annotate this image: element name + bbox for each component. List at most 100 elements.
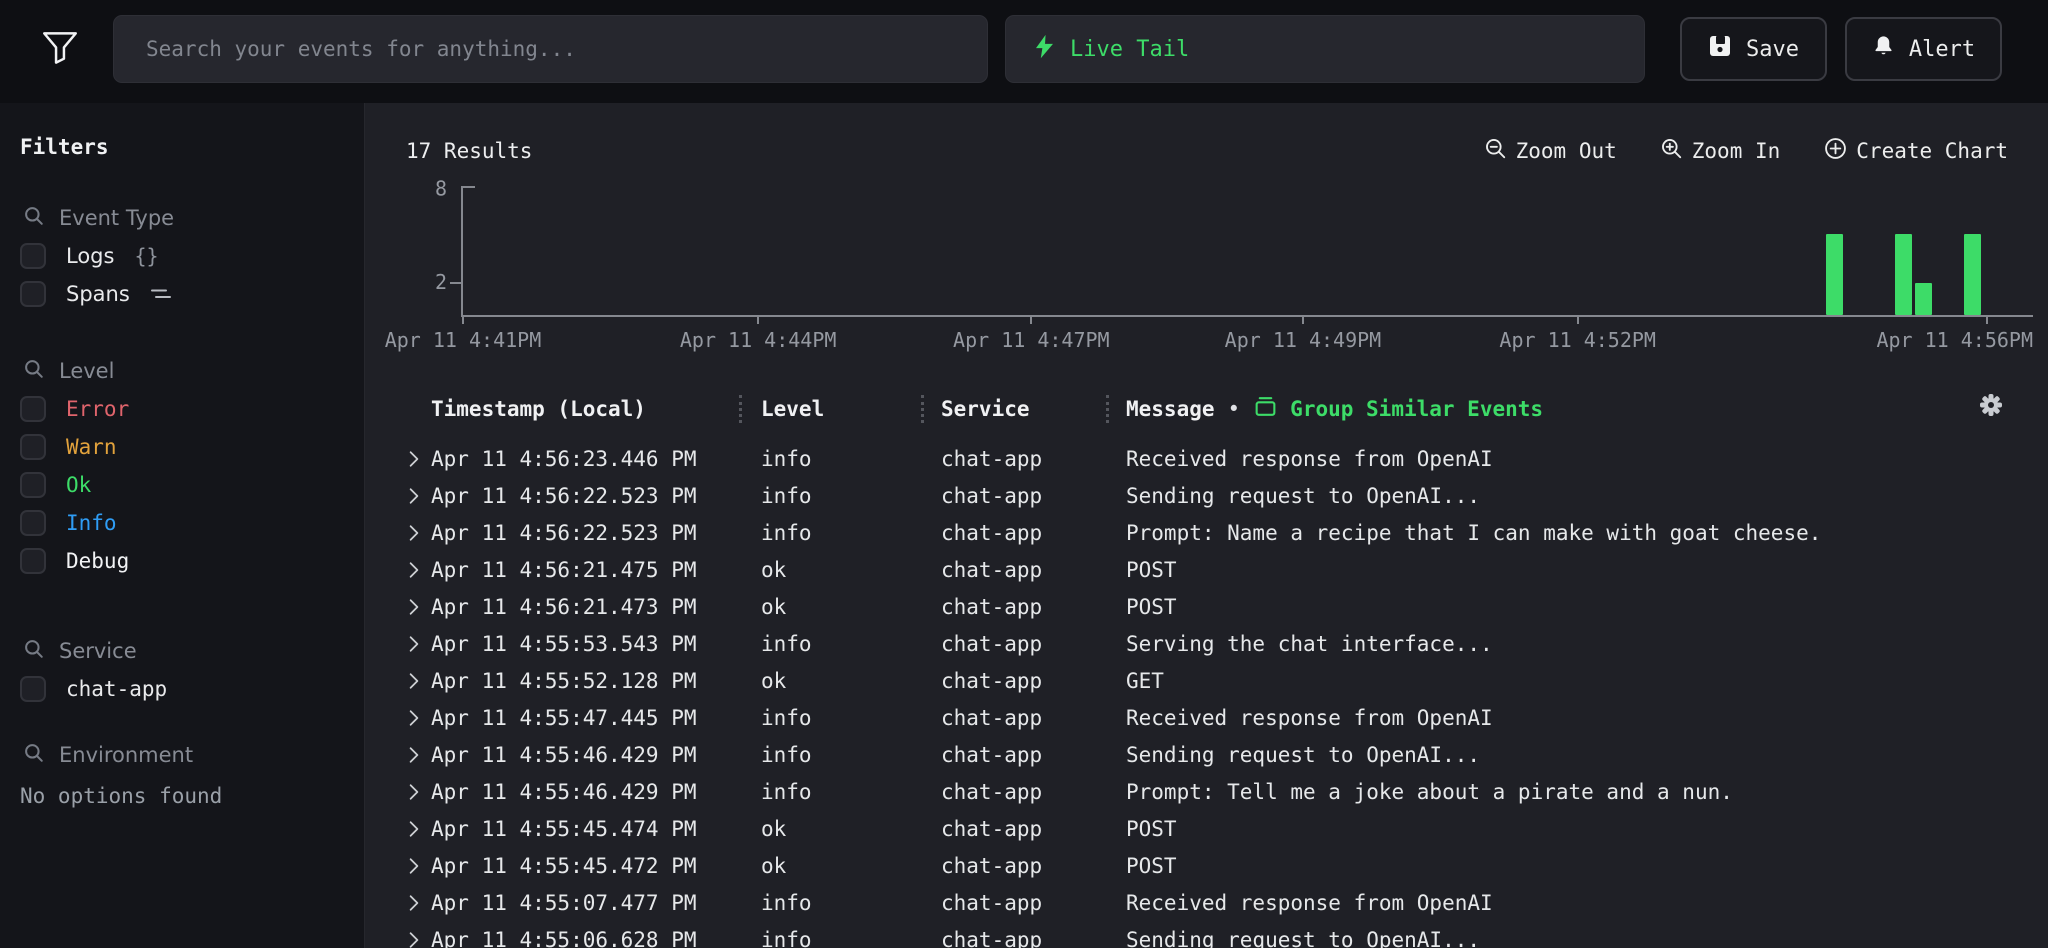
filter-checkbox[interactable] [20, 548, 46, 574]
zoom-in-label: Zoom In [1692, 139, 1781, 163]
save-button[interactable]: Save [1680, 17, 1827, 81]
chevron-right-icon[interactable] [406, 598, 431, 616]
filter-checkbox[interactable] [20, 281, 46, 307]
event-type-options: Logs {} Spans [0, 237, 364, 313]
row-service: chat-app [941, 780, 1126, 804]
row-service: chat-app [941, 891, 1126, 915]
filter-checkbox[interactable] [20, 243, 46, 269]
create-chart-button[interactable]: Create Chart [1824, 137, 2008, 165]
filter-option-label: Info [66, 511, 117, 535]
search-input[interactable] [144, 36, 957, 62]
table-row[interactable]: Apr 11 4:55:46.429 PM info chat-app Prom… [366, 773, 2048, 810]
results-count: 17 Results [406, 139, 532, 163]
row-level: ok [761, 595, 941, 619]
table-row[interactable]: Apr 11 4:55:53.543 PM info chat-app Serv… [366, 625, 2048, 662]
chevron-right-icon[interactable] [406, 857, 431, 875]
filter-option[interactable]: chat-app [0, 670, 364, 708]
main-panel: 17 Results Zoom Out Zoom In [366, 103, 2048, 948]
histogram-bar[interactable] [1915, 283, 1932, 315]
search-icon [24, 206, 44, 231]
table-row[interactable]: Apr 11 4:55:06.628 PM info chat-app Send… [366, 921, 2048, 948]
row-service: chat-app [941, 447, 1126, 471]
filter-checkbox[interactable] [20, 510, 46, 536]
filter-section-event-type: Event Type Logs {} Spans [0, 199, 364, 313]
table-row[interactable]: Apr 11 4:55:46.429 PM info chat-app Send… [366, 736, 2048, 773]
live-tail-button[interactable]: Live Tail [1005, 15, 1645, 83]
filter-option[interactable]: Spans [0, 275, 364, 313]
table-row[interactable]: Apr 11 4:55:45.474 PM ok chat-app POST [366, 810, 2048, 847]
filter-section-service: Service chat-app [0, 632, 364, 708]
chevron-right-icon[interactable] [406, 561, 431, 579]
row-level: ok [761, 817, 941, 841]
filter-option[interactable]: Logs {} [0, 237, 364, 275]
filter-section-level: Level Error Warn Ok Info Debug [0, 352, 364, 580]
chevron-right-icon[interactable] [406, 820, 431, 838]
histogram-bar[interactable] [1826, 234, 1843, 315]
filter-option[interactable]: Error [0, 390, 364, 428]
table-row[interactable]: Apr 11 4:55:07.477 PM info chat-app Rece… [366, 884, 2048, 921]
table-row[interactable]: Apr 11 4:55:52.128 PM ok chat-app GET [366, 662, 2048, 699]
chevron-right-icon[interactable] [406, 450, 431, 468]
row-level: info [761, 743, 941, 767]
chevron-right-icon[interactable] [406, 524, 431, 542]
chevron-right-icon[interactable] [406, 894, 431, 912]
row-message: GET [1126, 669, 2048, 693]
event-type-label: Event Type [59, 206, 174, 230]
filter-checkbox[interactable] [20, 676, 46, 702]
chevron-right-icon[interactable] [406, 746, 431, 764]
chevron-right-icon[interactable] [406, 931, 431, 948]
service-label: Service [59, 639, 137, 663]
table-row[interactable]: Apr 11 4:56:21.475 PM ok chat-app POST [366, 551, 2048, 588]
row-level: ok [761, 854, 941, 878]
histogram-bar[interactable] [1895, 234, 1912, 315]
table-row[interactable]: Apr 11 4:56:22.523 PM info chat-app Prom… [366, 514, 2048, 551]
group-similar-events-toggle[interactable]: Group Similar Events [1253, 394, 1543, 424]
chevron-right-icon[interactable] [406, 635, 431, 653]
column-separator[interactable] [921, 395, 924, 423]
table-row[interactable]: Apr 11 4:55:45.472 PM ok chat-app POST [366, 847, 2048, 884]
filter-option[interactable]: Info [0, 504, 364, 542]
row-timestamp: Apr 11 4:56:23.446 PM [431, 447, 761, 471]
histogram-bar[interactable] [1964, 234, 1981, 315]
row-level: info [761, 521, 941, 545]
zoom-in-button[interactable]: Zoom In [1661, 138, 1781, 165]
column-header-level[interactable]: Level [761, 397, 941, 421]
row-timestamp: Apr 11 4:56:21.475 PM [431, 558, 761, 582]
row-message: Prompt: Tell me a joke about a pirate an… [1126, 780, 2048, 804]
table-row[interactable]: Apr 11 4:56:21.473 PM ok chat-app POST [366, 588, 2048, 625]
filter-checkbox[interactable] [20, 396, 46, 422]
x-axis-tick [1302, 315, 1304, 324]
chevron-right-icon[interactable] [406, 783, 431, 801]
filter-checkbox[interactable] [20, 472, 46, 498]
row-service: chat-app [941, 595, 1126, 619]
filter-option[interactable]: Warn [0, 428, 364, 466]
alert-label: Alert [1909, 37, 1975, 62]
row-level: info [761, 891, 941, 915]
x-axis-label: Apr 11 4:41PM [385, 328, 542, 352]
filters-title: Filters [20, 135, 109, 159]
chevron-right-icon[interactable] [406, 709, 431, 727]
chevron-right-icon[interactable] [406, 487, 431, 505]
x-axis-label: Apr 11 4:56PM [1876, 328, 2033, 352]
braces-suffix: {} [134, 244, 158, 268]
column-separator[interactable] [1106, 395, 1109, 423]
row-timestamp: Apr 11 4:56:22.523 PM [431, 521, 761, 545]
column-separator[interactable] [739, 395, 742, 423]
zoom-out-button[interactable]: Zoom Out [1485, 138, 1617, 165]
table-settings-button[interactable] [1978, 392, 2004, 423]
histogram-plot-area[interactable]: 8 2 Apr 11 4:41PMApr 11 4:44PMApr 11 4:4… [461, 186, 2033, 317]
chevron-right-icon[interactable] [406, 672, 431, 690]
column-header-timestamp[interactable]: Timestamp (Local) [431, 397, 761, 421]
table-row[interactable]: Apr 11 4:55:47.445 PM info chat-app Rece… [366, 699, 2048, 736]
table-row[interactable]: Apr 11 4:56:23.446 PM info chat-app Rece… [366, 440, 2048, 477]
events-histogram[interactable]: 8 2 Apr 11 4:41PMApr 11 4:44PMApr 11 4:4… [366, 175, 2048, 370]
filter-option[interactable]: Debug [0, 542, 364, 580]
search-box [113, 15, 988, 83]
column-header-message[interactable]: Message [1126, 397, 1215, 421]
column-header-service[interactable]: Service [941, 397, 1126, 421]
filter-checkbox[interactable] [20, 434, 46, 460]
filter-option[interactable]: Ok [0, 466, 364, 504]
alert-button[interactable]: Alert [1845, 17, 2002, 81]
filter-toggle-button[interactable] [38, 26, 82, 74]
table-row[interactable]: Apr 11 4:56:22.523 PM info chat-app Send… [366, 477, 2048, 514]
